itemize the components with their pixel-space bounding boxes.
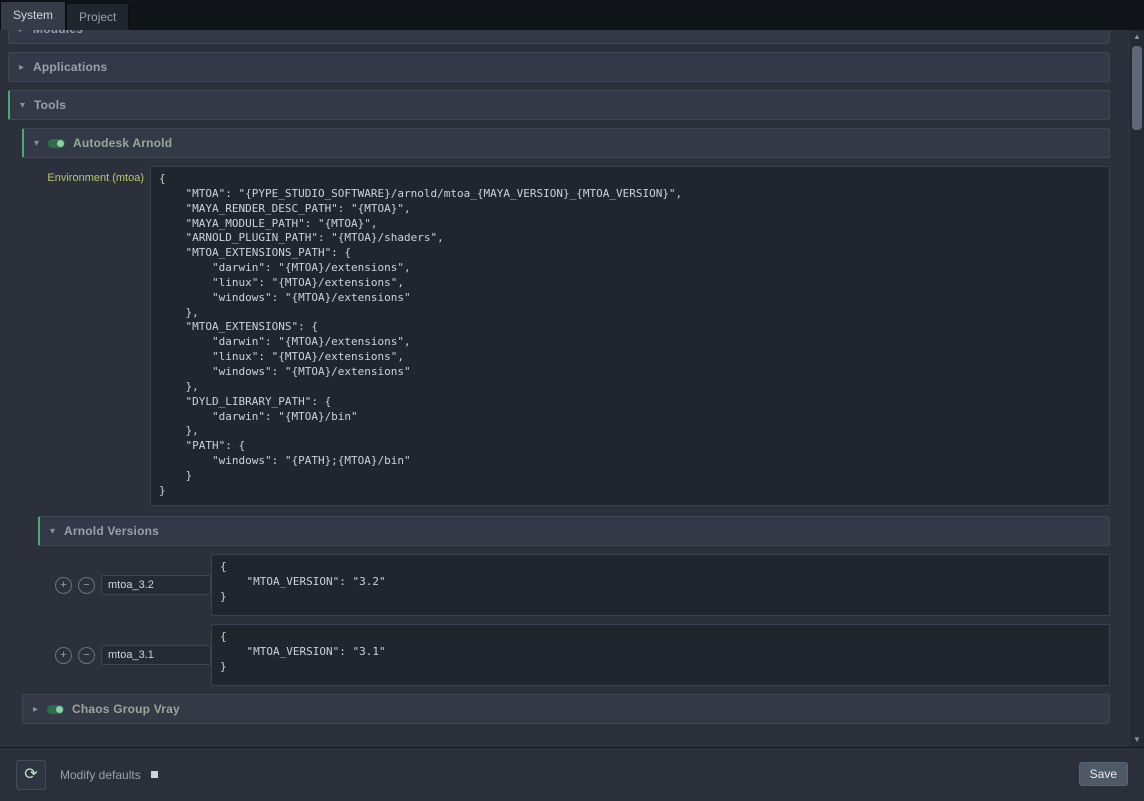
version-row: + − { "MTOA_VERSION": "3.2" }	[38, 554, 1110, 616]
section-title-chaos-group-vray: Chaos Group Vray	[72, 702, 180, 716]
version-row: + − { "MTOA_VERSION": "3.1" }	[38, 624, 1110, 686]
chevron-down-icon: ▾	[20, 100, 34, 111]
version-key-input[interactable]	[101, 575, 211, 595]
settings-content: ▸ Modules ▸ Applications ▾ Tools ▾	[0, 30, 1144, 747]
scroll-down-icon[interactable]: ▼	[1130, 733, 1144, 747]
chevron-down-icon: ▾	[34, 138, 48, 149]
tools-section-body: ▾ Autodesk Arnold Environment (mtoa) { "…	[8, 128, 1110, 724]
modify-defaults-marker	[151, 771, 158, 778]
section-header-chaos-group-vray[interactable]: ▸ Chaos Group Vray	[22, 694, 1110, 724]
environment-label: Environment (mtoa)	[22, 166, 150, 184]
tab-project[interactable]: Project	[66, 3, 129, 30]
chevron-right-icon: ▸	[33, 704, 47, 715]
version-json-editor[interactable]: { "MTOA_VERSION": "3.2" }	[211, 554, 1110, 616]
environment-json-editor[interactable]: { "MTOA": "{PYPE_STUDIO_SOFTWARE}/arnold…	[150, 166, 1110, 506]
tab-bar: System Project	[0, 0, 1144, 30]
section-title-modules: Modules	[33, 30, 83, 36]
enabled-toggle-icon[interactable]	[47, 705, 64, 714]
scrollbar-track[interactable]	[1130, 44, 1144, 733]
scroll-up-icon[interactable]: ▲	[1130, 30, 1144, 44]
add-version-button[interactable]: +	[55, 647, 72, 664]
scrollbar-thumb[interactable]	[1132, 46, 1142, 130]
section-title-arnold-versions: Arnold Versions	[64, 524, 159, 538]
section-header-tools[interactable]: ▾ Tools	[8, 90, 1110, 120]
section-header-autodesk-arnold[interactable]: ▾ Autodesk Arnold	[22, 128, 1110, 158]
section-title-applications: Applications	[33, 60, 107, 74]
enabled-toggle-icon[interactable]	[48, 139, 65, 148]
modify-defaults-label: Modify defaults	[60, 768, 141, 782]
version-row-controls: + −	[38, 575, 211, 595]
remove-version-button[interactable]: −	[78, 577, 95, 594]
section-title-tools: Tools	[34, 98, 66, 112]
section-title-autodesk-arnold: Autodesk Arnold	[73, 136, 172, 150]
save-button[interactable]: Save	[1079, 762, 1128, 786]
tab-system[interactable]: System	[0, 1, 66, 30]
vertical-scrollbar[interactable]: ▲ ▼	[1130, 30, 1144, 747]
environment-row: Environment (mtoa) { "MTOA": "{PYPE_STUD…	[22, 166, 1110, 506]
version-json-editor[interactable]: { "MTOA_VERSION": "3.1" }	[211, 624, 1110, 686]
section-header-applications[interactable]: ▸ Applications	[8, 52, 1110, 82]
version-key-input[interactable]	[101, 645, 211, 665]
chevron-right-icon: ▸	[19, 62, 33, 73]
arnold-versions-body: + − { "MTOA_VERSION": "3.2" } + −	[38, 554, 1110, 686]
settings-window: System Project ▸ Modules ▸ Applications …	[0, 0, 1144, 801]
add-version-button[interactable]: +	[55, 577, 72, 594]
remove-version-button[interactable]: −	[78, 647, 95, 664]
section-header-modules[interactable]: ▸ Modules	[8, 30, 1110, 44]
section-header-arnold-versions[interactable]: ▾ Arnold Versions	[38, 516, 1110, 546]
footer-bar: ⟳ Modify defaults Save	[0, 747, 1144, 801]
modify-defaults-toggle[interactable]: Modify defaults	[60, 768, 158, 782]
refresh-button[interactable]: ⟳	[16, 760, 46, 790]
version-row-controls: + −	[38, 645, 211, 665]
chevron-right-icon: ▸	[19, 30, 33, 35]
chevron-down-icon: ▾	[50, 526, 64, 537]
